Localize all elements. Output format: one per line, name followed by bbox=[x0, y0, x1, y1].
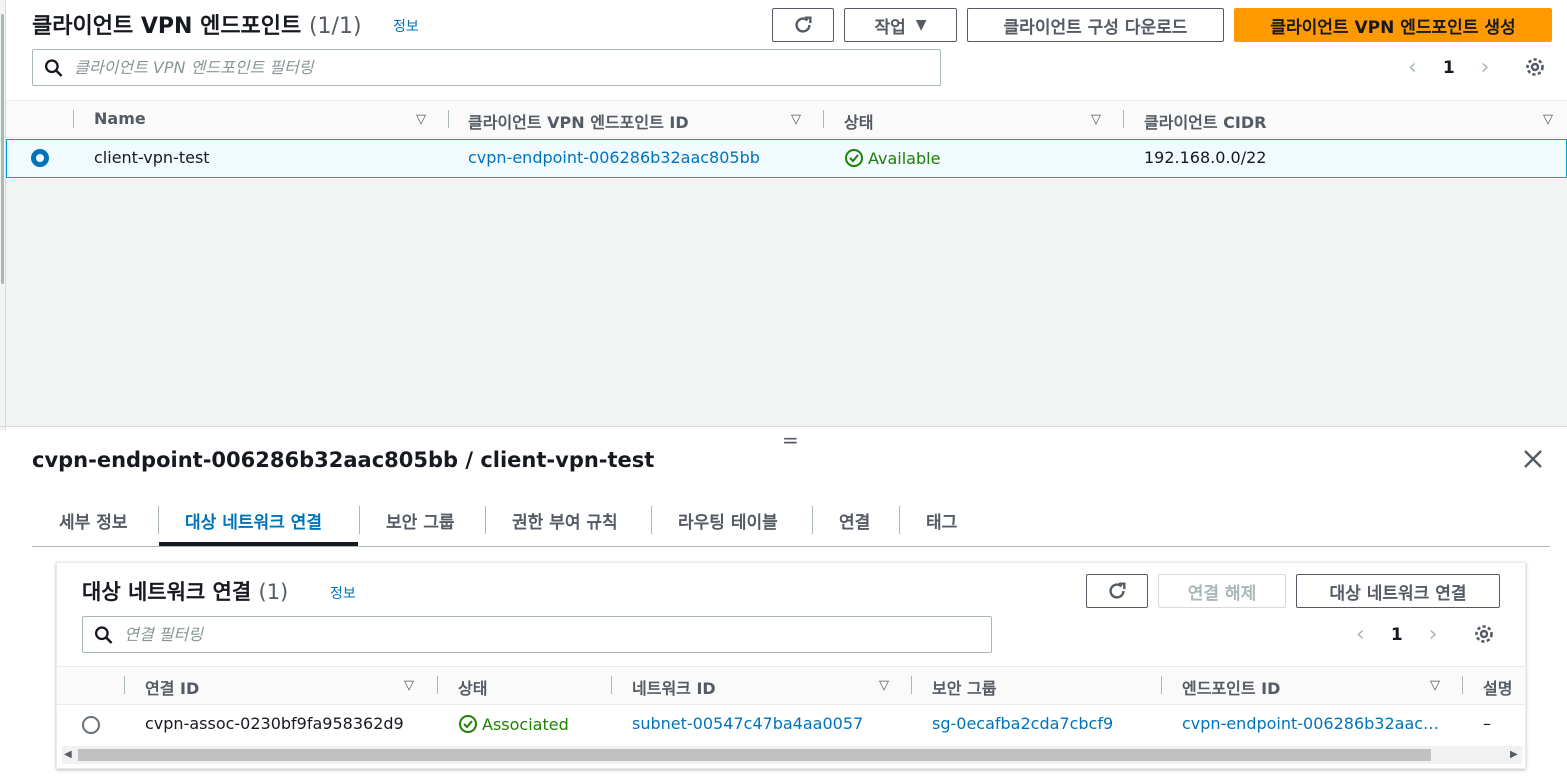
create-endpoint-label: 클라이언트 VPN 엔드포인트 생성 bbox=[1270, 17, 1516, 38]
caret-down-icon: ▼ bbox=[915, 17, 927, 33]
endpoint-cidr: 192.168.0.0/22 bbox=[1144, 148, 1267, 167]
row-select-radio[interactable] bbox=[31, 149, 49, 167]
col-security-group[interactable]: 보안 그룹 bbox=[932, 675, 996, 699]
detail-title: cvpn-endpoint-006286b32aac805bb / client… bbox=[32, 448, 655, 472]
refresh-icon bbox=[795, 16, 812, 33]
sort-icon[interactable]: ▽ bbox=[404, 678, 414, 693]
download-config-button[interactable]: 클라이언트 구성 다운로드 bbox=[967, 8, 1224, 42]
col-assoc-status[interactable]: 상태 bbox=[458, 675, 487, 699]
associations-table-header bbox=[57, 666, 1525, 705]
download-config-label: 클라이언트 구성 다운로드 bbox=[1003, 17, 1188, 38]
association-description: – bbox=[1483, 714, 1491, 733]
row-select-radio[interactable] bbox=[82, 716, 100, 734]
table-row[interactable] bbox=[6, 139, 1567, 178]
endpoints-count: (1/1) bbox=[308, 14, 362, 39]
association-id: cvpn-assoc-0230bf9fa958362d9 bbox=[145, 714, 404, 733]
tab-route-table[interactable]: 라우팅 테이블 bbox=[678, 508, 778, 533]
associations-refresh-button[interactable] bbox=[1086, 574, 1148, 608]
associations-search[interactable] bbox=[82, 616, 992, 653]
endpoint-id-link[interactable]: cvpn-endpoint-006286b32aac805bb bbox=[468, 148, 760, 167]
scroll-right-icon[interactable]: ▶ bbox=[1510, 749, 1518, 760]
disassociate-label: 연결 해제 bbox=[1187, 583, 1257, 604]
check-circle-icon bbox=[459, 715, 477, 733]
disassociate-button[interactable]: 연결 해제 bbox=[1158, 574, 1286, 608]
col-network-id[interactable]: 네트워크 ID bbox=[632, 675, 716, 699]
sort-icon[interactable]: ▽ bbox=[1430, 678, 1440, 693]
sort-icon[interactable]: ▽ bbox=[1091, 112, 1101, 127]
empty-table-area bbox=[6, 179, 1567, 426]
tab-target-networks[interactable]: 대상 네트워크 연결 bbox=[185, 508, 322, 533]
refresh-button[interactable] bbox=[772, 8, 834, 42]
actions-button[interactable]: 작업 ▼ bbox=[844, 8, 957, 42]
endpoints-pagination: ‹ 1 › bbox=[1408, 55, 1489, 80]
col-name[interactable]: Name bbox=[94, 109, 146, 128]
close-icon[interactable] bbox=[1522, 448, 1544, 470]
sort-icon[interactable]: ▽ bbox=[416, 112, 426, 127]
col-description[interactable]: 설명 bbox=[1483, 675, 1512, 699]
col-association-id[interactable]: 연결 ID bbox=[145, 675, 199, 699]
col-cidr[interactable]: 클라이언트 CIDR bbox=[1144, 109, 1266, 133]
tab-authorization-rules[interactable]: 권한 부여 규칙 bbox=[512, 508, 618, 533]
sort-icon[interactable]: ▽ bbox=[791, 112, 801, 127]
endpoint-status: Available bbox=[844, 148, 940, 168]
scroll-left-icon[interactable]: ◀ bbox=[64, 749, 72, 760]
associate-network-button[interactable]: 대상 네트워크 연결 bbox=[1296, 574, 1500, 608]
sort-icon[interactable]: ▽ bbox=[1543, 112, 1553, 127]
endpoints-search[interactable] bbox=[32, 49, 941, 86]
endpoints-search-input[interactable] bbox=[74, 58, 940, 77]
endpoints-table-header bbox=[6, 100, 1567, 138]
prev-page-icon[interactable]: ‹ bbox=[1408, 55, 1417, 80]
panel-resize-handle[interactable]: = bbox=[782, 428, 799, 452]
col-status[interactable]: 상태 bbox=[844, 109, 873, 133]
associations-count: (1) bbox=[258, 580, 289, 604]
endpoint-id-link[interactable]: cvpn-endpoint-006286b32aac… bbox=[1182, 714, 1446, 733]
tab-connections[interactable]: 연결 bbox=[839, 508, 870, 533]
association-status: Associated bbox=[458, 714, 569, 734]
col-assoc-endpoint-id[interactable]: 엔드포인트 ID bbox=[1182, 675, 1280, 699]
search-icon bbox=[44, 58, 63, 77]
next-page-icon[interactable]: › bbox=[1481, 55, 1490, 80]
endpoints-info-link[interactable]: 정보 bbox=[393, 16, 419, 36]
tab-tags[interactable]: 태그 bbox=[926, 508, 957, 533]
current-page[interactable]: 1 bbox=[1391, 625, 1403, 645]
tab-security-groups[interactable]: 보안 그룹 bbox=[386, 508, 454, 533]
associations-header: 대상 네트워크 연결 (1) bbox=[82, 576, 288, 606]
col-endpoint-id[interactable]: 클라이언트 VPN 엔드포인트 ID bbox=[468, 109, 689, 133]
check-circle-icon bbox=[845, 149, 863, 167]
current-page[interactable]: 1 bbox=[1443, 58, 1455, 78]
associations-search-input[interactable] bbox=[124, 625, 991, 644]
subnet-id-link[interactable]: subnet-00547c47ba4aa0057 bbox=[632, 714, 863, 733]
next-page-icon[interactable]: › bbox=[1429, 622, 1438, 647]
sort-icon[interactable]: ▽ bbox=[879, 678, 889, 693]
horizontal-scrollbar[interactable]: ◀ ▶ bbox=[62, 746, 1522, 764]
search-icon bbox=[94, 625, 113, 644]
create-endpoint-button[interactable]: 클라이언트 VPN 엔드포인트 생성 bbox=[1234, 8, 1552, 42]
associate-network-label: 대상 네트워크 연결 bbox=[1329, 583, 1467, 604]
association-status-text: Associated bbox=[482, 714, 569, 734]
actions-label: 작업 bbox=[874, 17, 906, 38]
security-group-link[interactable]: sg-0ecafba2cda7cbcf9 bbox=[932, 714, 1113, 733]
associations-info-link[interactable]: 정보 bbox=[330, 583, 356, 603]
settings-gear-icon[interactable] bbox=[1472, 622, 1496, 646]
associations-title: 대상 네트워크 연결 bbox=[82, 580, 252, 604]
endpoint-status-text: Available bbox=[868, 148, 941, 168]
scrollbar-thumb[interactable] bbox=[78, 749, 1431, 761]
refresh-icon bbox=[1109, 582, 1126, 599]
tab-details[interactable]: 세부 정보 bbox=[59, 508, 127, 533]
endpoint-name: client-vpn-test bbox=[94, 148, 210, 167]
prev-page-icon[interactable]: ‹ bbox=[1356, 622, 1365, 647]
endpoints-header: 클라이언트 VPN 엔드포인트 (1/1) bbox=[32, 8, 362, 40]
associations-pagination: ‹ 1 › bbox=[1356, 622, 1437, 647]
endpoints-title: 클라이언트 VPN 엔드포인트 bbox=[32, 14, 302, 39]
settings-gear-icon[interactable] bbox=[1523, 55, 1547, 79]
